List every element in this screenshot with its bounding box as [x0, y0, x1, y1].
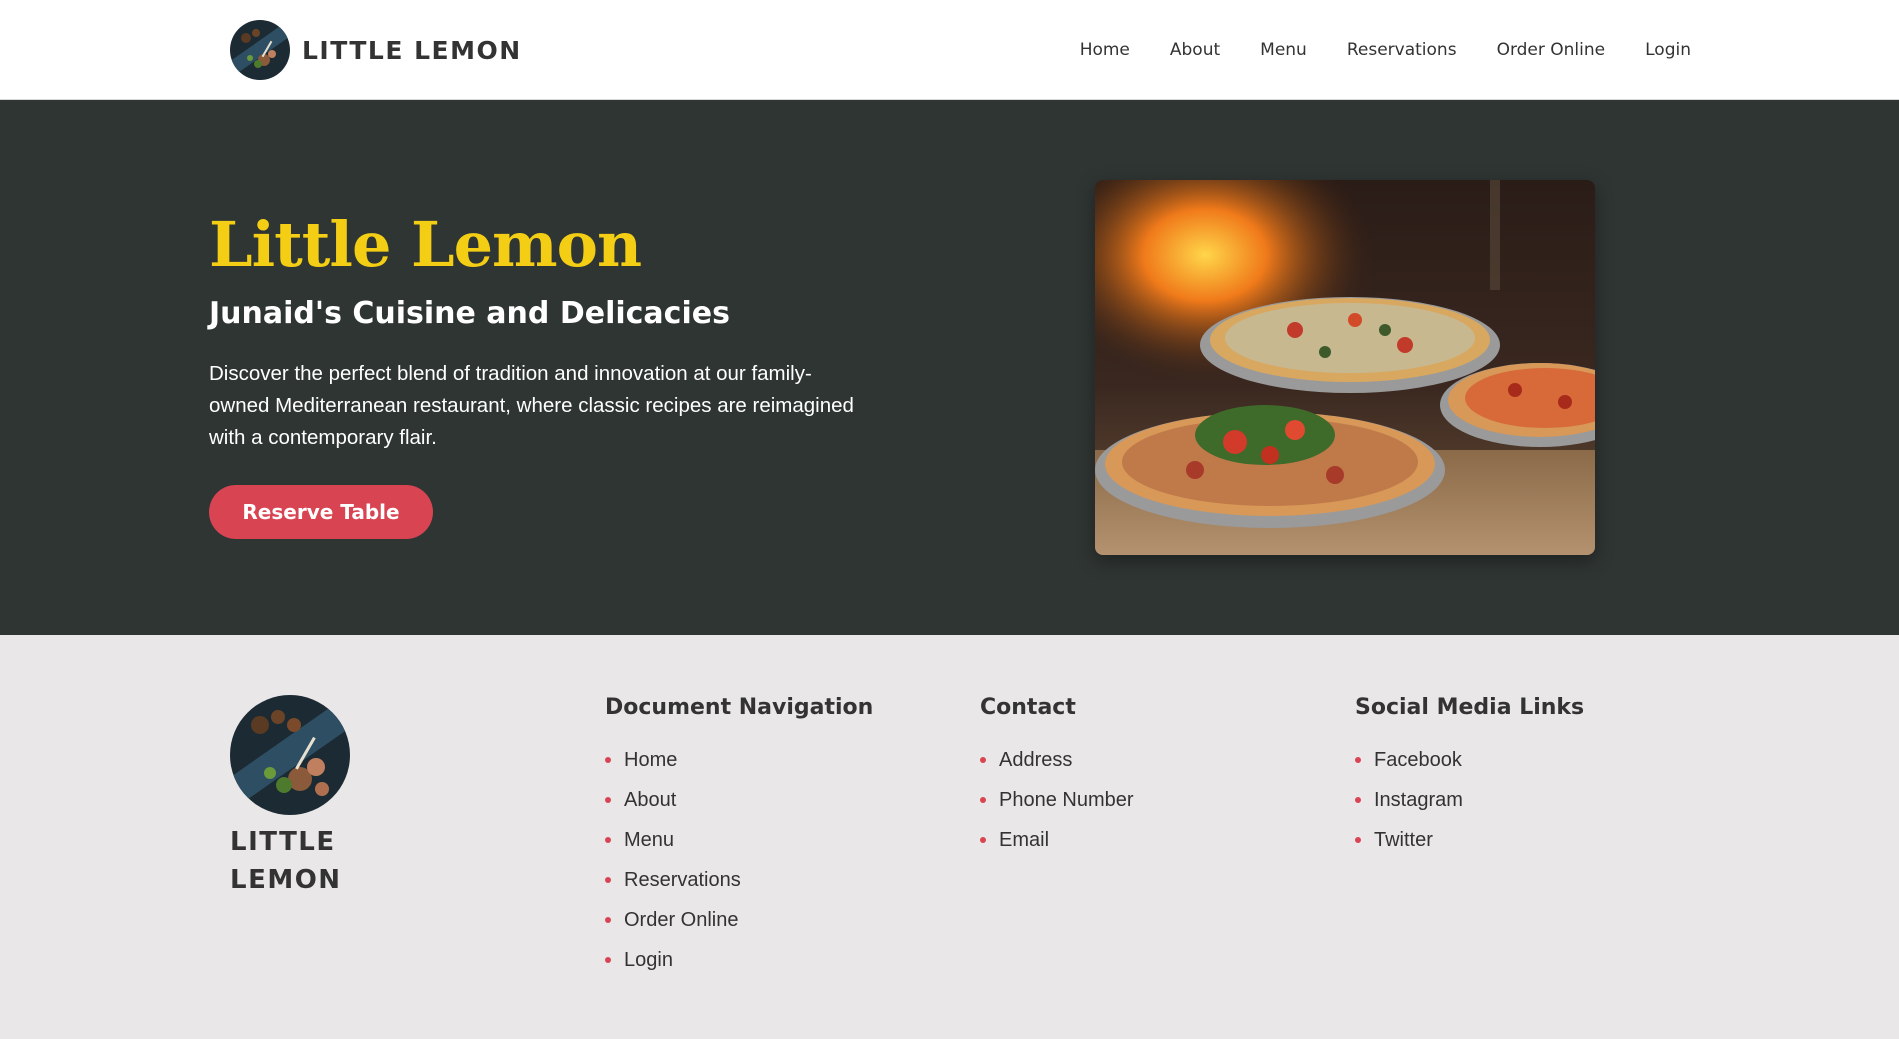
list-item: Home — [605, 740, 873, 780]
brand-name: LITTLE LEMON — [302, 35, 522, 65]
list-item: Twitter — [1355, 820, 1584, 860]
footer-link-twitter[interactable]: Twitter — [1374, 829, 1433, 852]
list-item: Instagram — [1355, 780, 1584, 820]
footer-link-login[interactable]: Login — [624, 949, 673, 972]
main-nav: Home About Menu Reservations Order Onlin… — [1080, 0, 1691, 100]
pizza-image — [1095, 180, 1595, 555]
footer-link-facebook[interactable]: Facebook — [1374, 749, 1462, 772]
nav-order-online[interactable]: Order Online — [1497, 40, 1606, 60]
bullet-icon — [980, 837, 986, 843]
footer-heading: Contact — [980, 695, 1076, 720]
bullet-icon — [605, 877, 611, 883]
logo-icon — [230, 20, 290, 80]
bullet-icon — [605, 957, 611, 963]
bullet-icon — [1355, 797, 1361, 803]
footer-logo-icon — [230, 695, 350, 815]
footer-link-order-online[interactable]: Order Online — [624, 909, 739, 932]
site-header: LITTLE LEMON Home About Menu Reservation… — [0, 0, 1899, 100]
bullet-icon — [605, 837, 611, 843]
bullet-icon — [605, 797, 611, 803]
bullet-icon — [1355, 837, 1361, 843]
footer-link-home[interactable]: Home — [624, 749, 677, 772]
footer-link-phone[interactable]: Phone Number — [999, 789, 1134, 812]
bullet-icon — [605, 917, 611, 923]
list-item: Menu — [605, 820, 873, 860]
footer-heading: Social Media Links — [1355, 695, 1585, 720]
footer-heading: Document Navigation — [605, 695, 874, 720]
footer-link-email[interactable]: Email — [999, 829, 1049, 852]
list-item: Login — [605, 940, 873, 980]
nav-reservations[interactable]: Reservations — [1347, 40, 1457, 60]
list-item: About — [605, 780, 873, 820]
nav-login[interactable]: Login — [1645, 40, 1691, 60]
footer-link-address[interactable]: Address — [999, 749, 1072, 772]
bullet-icon — [1355, 757, 1361, 763]
footer-link-reservations[interactable]: Reservations — [624, 869, 741, 892]
list-item: Order Online — [605, 900, 873, 940]
nav-home[interactable]: Home — [1080, 40, 1130, 60]
nav-menu[interactable]: Menu — [1260, 40, 1307, 60]
bullet-icon — [980, 797, 986, 803]
footer-social-media: Social Media Links Facebook Instagram Tw… — [1355, 695, 1584, 860]
list-item: Facebook — [1355, 740, 1584, 780]
hero-section: Little Lemon Junaid's Cuisine and Delica… — [0, 100, 1899, 635]
list-item: Email — [980, 820, 1134, 860]
footer-link-instagram[interactable]: Instagram — [1374, 789, 1463, 812]
nav-about[interactable]: About — [1170, 40, 1220, 60]
footer-brand-name: LITTLE LEMON — [230, 827, 342, 895]
hero-title: Little Lemon — [209, 208, 642, 281]
bullet-icon — [605, 757, 611, 763]
list-item: Phone Number — [980, 780, 1134, 820]
footer-link-menu[interactable]: Menu — [624, 829, 674, 852]
footer-document-navigation: Document Navigation Home About Menu Rese… — [605, 695, 873, 980]
list-item: Reservations — [605, 860, 873, 900]
site-footer: LITTLE LEMON Document Navigation Home Ab… — [0, 635, 1899, 1039]
hero-subtitle: Junaid's Cuisine and Delicacies — [209, 296, 730, 331]
footer-contact: Contact Address Phone Number Email — [980, 695, 1134, 860]
list-item: Address — [980, 740, 1134, 780]
reserve-table-button[interactable]: Reserve Table — [209, 485, 433, 539]
bullet-icon — [980, 757, 986, 763]
footer-link-about[interactable]: About — [624, 789, 676, 812]
brand[interactable]: LITTLE LEMON — [230, 20, 522, 80]
hero-description: Discover the perfect blend of tradition … — [209, 362, 854, 449]
